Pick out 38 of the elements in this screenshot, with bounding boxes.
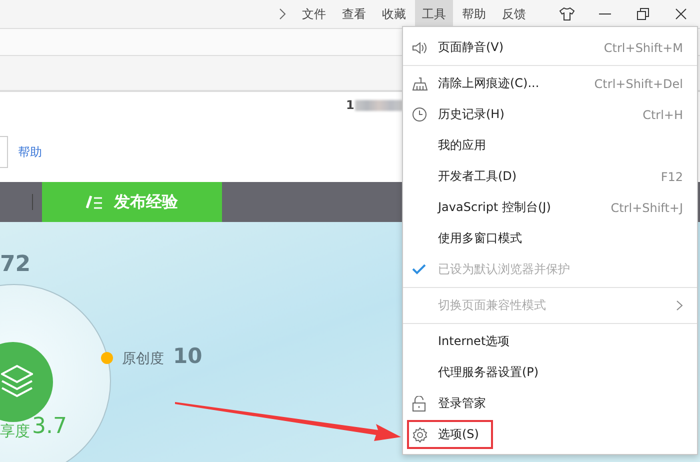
menu-item[interactable]: 使用多窗口模式 [403,223,697,254]
menu-bar-item[interactable]: 帮助 [455,0,493,28]
score-value: 72 [0,252,31,277]
originality-label: 原创度 [122,350,164,368]
lock-icon [412,396,426,412]
shirt-icon [559,7,575,21]
menu-item[interactable]: 我的应用 [403,130,697,161]
user-id: 1 [346,98,354,112]
clock-icon [412,107,427,122]
menu-item[interactable]: 选项(S) [403,419,697,450]
menu-item[interactable]: 代理服务器设置(P) [403,357,697,388]
originality-value: 10 [173,344,202,368]
blurred-text [355,100,404,110]
menu-item[interactable]: 页面静音(V) Ctrl+Shift+M [403,32,697,63]
restore-icon [637,8,649,20]
broom-icon [412,76,428,90]
speaker-icon [412,40,428,54]
menu-bar-item[interactable]: 反馈 [495,0,533,28]
close-icon [675,8,687,20]
pen-icon [86,195,104,209]
menu-item[interactable]: 历史记录(H) Ctrl+H [403,99,697,130]
status-dot [101,352,113,364]
score-label: 享度 [0,422,30,441]
menu-item[interactable]: 开发者工具(D) F12 [403,161,697,192]
menu-bar-item[interactable]: 文件 [295,0,333,28]
score-value: 3.7 [32,414,67,439]
settings-icon [412,426,428,442]
layers-icon [1,364,33,400]
menu-bar-item[interactable]: 工具 [415,0,453,28]
chevron-right-icon[interactable] [278,8,286,20]
menu-item[interactable]: Internet选项 [403,326,697,357]
help-link[interactable]: 帮助 [18,144,42,161]
menu-item[interactable]: 登录管家 [403,388,697,419]
minimize-icon [599,13,611,15]
menu-item[interactable]: 清除上网痕迹(C)... Ctrl+Shift+Del [403,68,697,99]
menu-item[interactable]: JavaScript 控制台(J) Ctrl+Shift+J [403,192,697,223]
menu-bar-item[interactable]: 查看 [335,0,373,28]
menu-bar-item[interactable]: 收藏 [375,0,413,28]
